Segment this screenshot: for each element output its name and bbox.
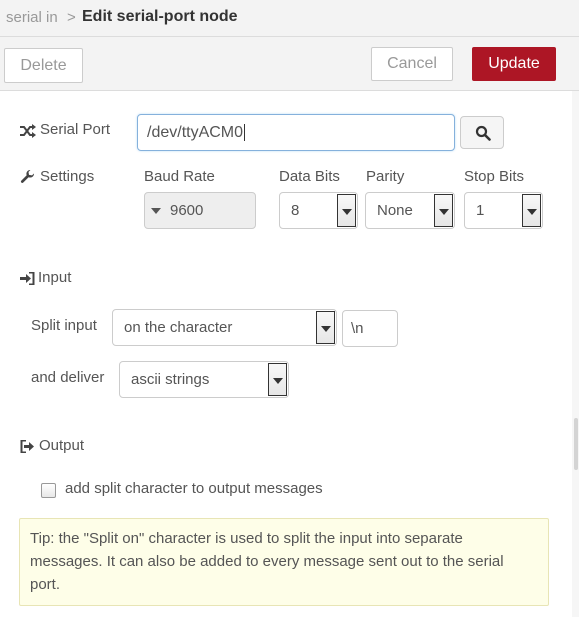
chevron-down-icon[interactable] [337, 194, 356, 227]
stop-bits-label: Stop Bits [464, 168, 525, 185]
wrench-icon [20, 170, 35, 185]
stop-bits-value: 1 [476, 202, 485, 219]
stop-bits-select[interactable]: 1 [464, 192, 543, 229]
tip-line-2: messages. It can also be added to every … [30, 553, 504, 570]
input-section-label: Input [38, 269, 72, 286]
baud-rate-label: Baud Rate [144, 168, 215, 185]
baud-rate-combobox[interactable]: 9600 [144, 192, 256, 229]
parity-label: Parity [366, 168, 405, 185]
serial-port-label: Serial Port [40, 121, 111, 138]
baud-rate-value: 9600 [170, 202, 204, 219]
text-caret [244, 124, 246, 142]
port-search-button[interactable] [460, 116, 504, 149]
add-split-char-label[interactable]: add split character to output messages [65, 480, 323, 497]
update-button[interactable]: Update [472, 47, 556, 81]
tip-line-3: port. [30, 576, 61, 593]
chevron-down-icon[interactable] [268, 363, 287, 396]
cancel-button[interactable]: Cancel [371, 47, 453, 81]
output-section-label: Output [39, 437, 85, 454]
split-input-select[interactable]: on the character [112, 309, 337, 346]
parity-value: None [377, 202, 413, 219]
split-input-value: on the character [124, 319, 233, 336]
tip-box: Tip: the "Split on" character is used to… [19, 518, 549, 606]
split-character-value: \n [351, 320, 364, 337]
sign-in-icon [20, 272, 35, 285]
parity-select[interactable]: None [365, 192, 455, 229]
add-split-char-checkbox[interactable] [41, 483, 56, 498]
data-bits-value: 8 [291, 202, 300, 219]
data-bits-label: Data Bits [279, 168, 340, 185]
settings-label: Settings [40, 168, 95, 185]
scrollbar-thumb[interactable] [574, 418, 578, 470]
breadcrumb-parent[interactable]: serial in [6, 9, 58, 26]
deliver-label: and deliver [31, 369, 105, 386]
chevron-down-icon[interactable] [522, 194, 541, 227]
serial-port-value: /dev/ttyACM0 [147, 124, 244, 141]
tray-header: serial in > Edit serial-port node [0, 0, 579, 37]
deliver-select[interactable]: ascii strings [119, 361, 289, 398]
page-title: Edit serial-port node [82, 8, 238, 25]
chevron-down-icon[interactable] [434, 194, 453, 227]
breadcrumb-separator: > [67, 9, 76, 26]
caret-down-icon[interactable] [151, 208, 161, 214]
shuffle-icon [19, 124, 37, 138]
scrollbar-track[interactable] [572, 91, 579, 617]
split-character-input[interactable]: \n [342, 310, 398, 347]
data-bits-select[interactable]: 8 [279, 192, 358, 229]
serial-port-input[interactable]: /dev/ttyACM0 [137, 114, 455, 151]
tip-line-1: Tip: the "Split on" character is used to… [30, 530, 463, 547]
chevron-down-icon[interactable] [316, 311, 335, 344]
delete-button[interactable]: Delete [4, 48, 83, 83]
deliver-value: ascii strings [131, 371, 210, 388]
search-icon [475, 125, 491, 141]
sign-out-icon [20, 440, 35, 453]
split-input-label: Split input [31, 317, 97, 334]
